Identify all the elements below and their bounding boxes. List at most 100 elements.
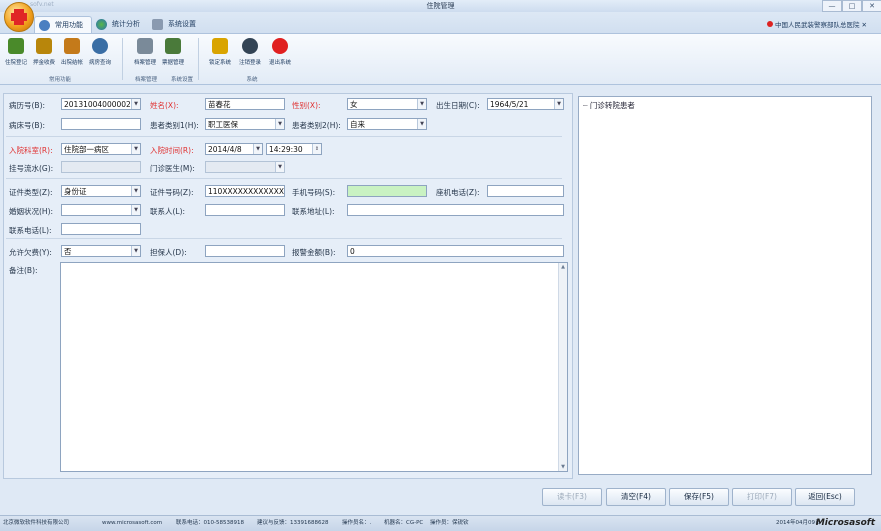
maximize-button[interactable]: □ (842, 0, 862, 12)
name-label: 姓名(X): (150, 101, 179, 110)
tab-system-settings[interactable]: 系统设置 (148, 16, 204, 33)
address-field[interactable] (347, 204, 564, 216)
mobile-label: 手机号码(S): (292, 188, 336, 197)
tab-statistics[interactable]: 统计分析 (92, 16, 148, 33)
patient-type2-value: 自来 (350, 120, 365, 129)
status-company: 北京微软软件科技有限公司 (3, 520, 70, 526)
back-button[interactable]: 返回(Esc) (795, 488, 855, 506)
remarks-textarea[interactable]: ▲ ▼ (60, 262, 568, 472)
clear-button[interactable]: 清空(F4) (606, 488, 666, 506)
gender-select[interactable]: 女 ▼ (347, 98, 427, 110)
birth-value: 1964/5/21 (490, 100, 529, 109)
arrears-select[interactable]: 否 ▼ (61, 245, 141, 257)
guarantor-field[interactable] (205, 245, 285, 257)
archive-button[interactable]: 档案管理 (133, 38, 157, 66)
chevron-down-icon[interactable]: ▼ (131, 205, 140, 215)
arrears-value: 否 (64, 247, 72, 256)
chevron-down-icon[interactable]: ▼ (131, 99, 140, 109)
divider (6, 178, 562, 179)
logout-button[interactable]: 注销登录 (238, 38, 262, 66)
chevron-down-icon[interactable]: ▼ (417, 99, 426, 109)
read-card-button[interactable]: 读卡(F3) (542, 488, 602, 506)
name-field[interactable]: 苗春花 (205, 98, 285, 110)
ticket-button[interactable]: 票据管理 (161, 38, 185, 66)
tab-common-functions[interactable]: 常用功能 (34, 16, 92, 34)
record-no-field[interactable]: 20131004000002 ▼ (61, 98, 141, 110)
dept-select[interactable]: 住院部一病区 ▼ (61, 143, 141, 155)
status-tel: 联系电话：010-58538918 (176, 520, 244, 526)
contact-phone-label: 联系电话(L): (9, 226, 52, 235)
close-button[interactable]: ✕ (862, 0, 881, 12)
patient-type1-label: 患者类别1(H): (150, 121, 199, 130)
birth-date-field[interactable]: 1964/5/21 ▼ (487, 98, 564, 110)
power-icon (272, 38, 288, 54)
chevron-down-icon[interactable]: ▼ (131, 246, 140, 256)
app-menu-button[interactable] (4, 2, 34, 32)
minimize-button[interactable]: — (822, 0, 842, 12)
reg-no-field[interactable] (61, 161, 141, 173)
id-type-select[interactable]: 身份证 ▼ (61, 185, 141, 197)
bed-field[interactable] (61, 118, 141, 130)
group-separator (122, 38, 123, 80)
tab-label: 系统设置 (168, 20, 196, 28)
chevron-down-icon[interactable]: ▼ (131, 144, 140, 154)
phone-field[interactable] (487, 185, 564, 197)
lock-button[interactable]: 锁定系统 (208, 38, 232, 66)
doctor-select[interactable]: ▼ (205, 161, 285, 173)
admit-time-field[interactable]: 14:29:30 ⇕ (266, 143, 322, 155)
status-machine: 机器名：CG-PC (384, 520, 424, 526)
checkout-button[interactable]: 出院结帐 (60, 38, 84, 66)
register-icon (8, 38, 24, 54)
record-no-label: 病历号(B): (9, 101, 46, 110)
chevron-down-icon[interactable]: ▼ (131, 186, 140, 196)
red-cross-bar (11, 13, 27, 21)
mobile-field[interactable] (347, 185, 427, 197)
group-separator (198, 38, 199, 80)
status-tech: 建议与反馈：13391688628 (257, 520, 329, 526)
doctor-label: 门诊医生(M): (150, 164, 195, 173)
contact-phone-field[interactable] (61, 223, 141, 235)
ribbon-panel: 住院登记 押金收费 出院结帐 病房查询 档案管理 票据管理 锁定系统 注销登录 … (0, 33, 881, 85)
deposit-button[interactable]: 押金收费 (32, 38, 56, 66)
ticket-icon (165, 38, 181, 54)
chevron-down-icon[interactable]: ▼ (275, 119, 284, 129)
contact-field[interactable] (205, 204, 285, 216)
alert-amount-field[interactable]: 0 (347, 245, 564, 257)
ward-query-button[interactable]: 病房查询 (88, 38, 112, 66)
register-button[interactable]: 住院登记 (4, 38, 28, 66)
contact-label: 联系人(L): (150, 207, 186, 216)
scroll-up-icon[interactable]: ▲ (559, 264, 567, 270)
tree-item-outpatient-transfer[interactable]: ┈ 门诊转院患者 (583, 100, 635, 111)
gender-label: 性别(X): (292, 101, 321, 110)
address-label: 联系地址(L): (292, 207, 335, 216)
hospital-name-text: 中国人民武装警察部队总医院 (774, 21, 860, 29)
remarks-scrollbar[interactable]: ▲ ▼ (558, 263, 567, 471)
save-button[interactable]: 保存(F5) (669, 488, 729, 506)
button-label: 押金收费 (32, 60, 55, 66)
chevron-down-icon[interactable]: ▼ (554, 99, 563, 109)
divider (6, 136, 562, 137)
ward-query-icon (92, 38, 108, 54)
deposit-icon (36, 38, 52, 54)
id-no-field[interactable]: 110XXXXXXXXXXXX00 (205, 185, 285, 197)
chevron-down-icon[interactable]: ▼ (417, 119, 426, 129)
chevron-down-icon[interactable]: ▼ (275, 162, 284, 172)
scroll-down-icon[interactable]: ▼ (559, 464, 567, 470)
patient-type2-select[interactable]: 自来 ▼ (347, 118, 427, 130)
patient-type1-select[interactable]: 职工医保 ▼ (205, 118, 285, 130)
archive-icon (137, 38, 153, 54)
status-operator: 操作员名：. (342, 520, 372, 526)
button-label: 档案管理 (133, 60, 156, 66)
spin-icon[interactable]: ⇕ (312, 144, 321, 154)
button-label: 出院结帐 (60, 60, 83, 66)
group-label-system: 系统 (246, 77, 258, 83)
patient-tree-panel: ┈ 门诊转院患者 (578, 96, 872, 475)
hospital-logo-icon (766, 21, 773, 27)
admit-date-value: 2014/4/8 (208, 145, 242, 154)
exit-button[interactable]: 退出系统 (268, 38, 292, 66)
admit-date-field[interactable]: 2014/4/8 ▼ (205, 143, 263, 155)
chevron-down-icon[interactable]: ▼ (253, 144, 262, 154)
print-button[interactable]: 打印(F7) (732, 488, 792, 506)
marital-select[interactable]: ▼ (61, 204, 141, 216)
group-label-common: 常用功能 (48, 77, 71, 83)
